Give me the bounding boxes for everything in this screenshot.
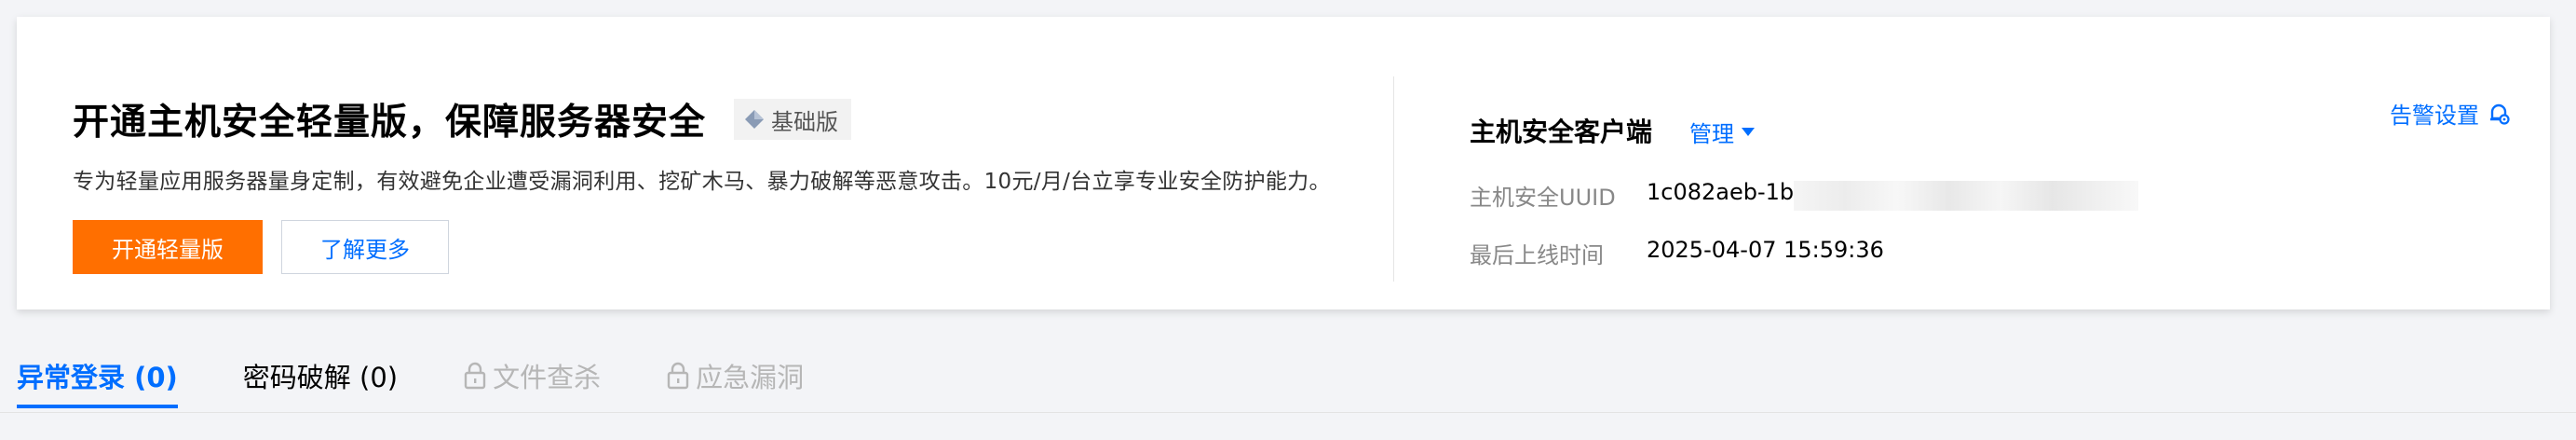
activate-lite-button[interactable]: 开通轻量版 (73, 220, 263, 274)
manage-label: 管理 (1689, 121, 1734, 147)
tabs-divider (0, 412, 2576, 413)
caret-down-icon (1742, 128, 1755, 136)
security-banner-card: 开通主机安全轻量版，保障服务器安全 基础版 专为轻量应用服务器量身定制，有效避免… (17, 17, 2550, 309)
last-online-value: 2025-04-07 15:59:36 (1647, 237, 1884, 263)
edition-badge-label: 基础版 (771, 108, 839, 135)
lock-icon (464, 362, 486, 390)
tab-label: 文件查杀 (493, 362, 602, 393)
detection-tabs: 异常登录 (0) 密码破解 (0) 文件查杀 应急漏洞 (17, 349, 869, 408)
manage-dropdown[interactable]: 管理 (1689, 116, 1755, 148)
edition-badge: 基础版 (734, 99, 852, 140)
lock-icon (667, 362, 689, 390)
banner-title-row: 开通主机安全轻量版，保障服务器安全 基础版 (73, 89, 852, 149)
tab-label: 应急漏洞 (696, 362, 805, 393)
tab-file-scan[interactable]: 文件查杀 (463, 349, 601, 403)
alert-settings-link[interactable]: 告警设置 (2390, 97, 2511, 130)
banner-description: 专为轻量应用服务器量身定制，有效避免企业遭受漏洞利用、挖矿木马、暴力破解等恶意攻… (73, 170, 1331, 194)
tab-label: 异常登录 (0) (17, 362, 178, 393)
diamond-icon (745, 110, 765, 129)
vertical-divider (1393, 76, 1394, 282)
tab-emergency-vulnerability[interactable]: 应急漏洞 (666, 349, 804, 403)
uuid-label: 主机安全UUID (1470, 185, 1616, 211)
bell-gear-icon (2490, 103, 2510, 125)
banner-title: 开通主机安全轻量版，保障服务器安全 (73, 102, 707, 144)
tab-abnormal-login[interactable]: 异常登录 (0) (17, 349, 178, 408)
uuid-redaction (1794, 181, 2138, 211)
last-online-label: 最后上线时间 (1470, 242, 1604, 268)
tab-label: 密码破解 (0) (242, 362, 399, 393)
uuid-value: 1c082aeb-1b (1647, 179, 1795, 205)
client-title: 主机安全客户端 (1470, 117, 1653, 147)
learn-more-button[interactable]: 了解更多 (281, 220, 449, 274)
tab-password-cracking[interactable]: 密码破解 (0) (243, 349, 398, 403)
alert-settings-label: 告警设置 (2390, 103, 2479, 129)
